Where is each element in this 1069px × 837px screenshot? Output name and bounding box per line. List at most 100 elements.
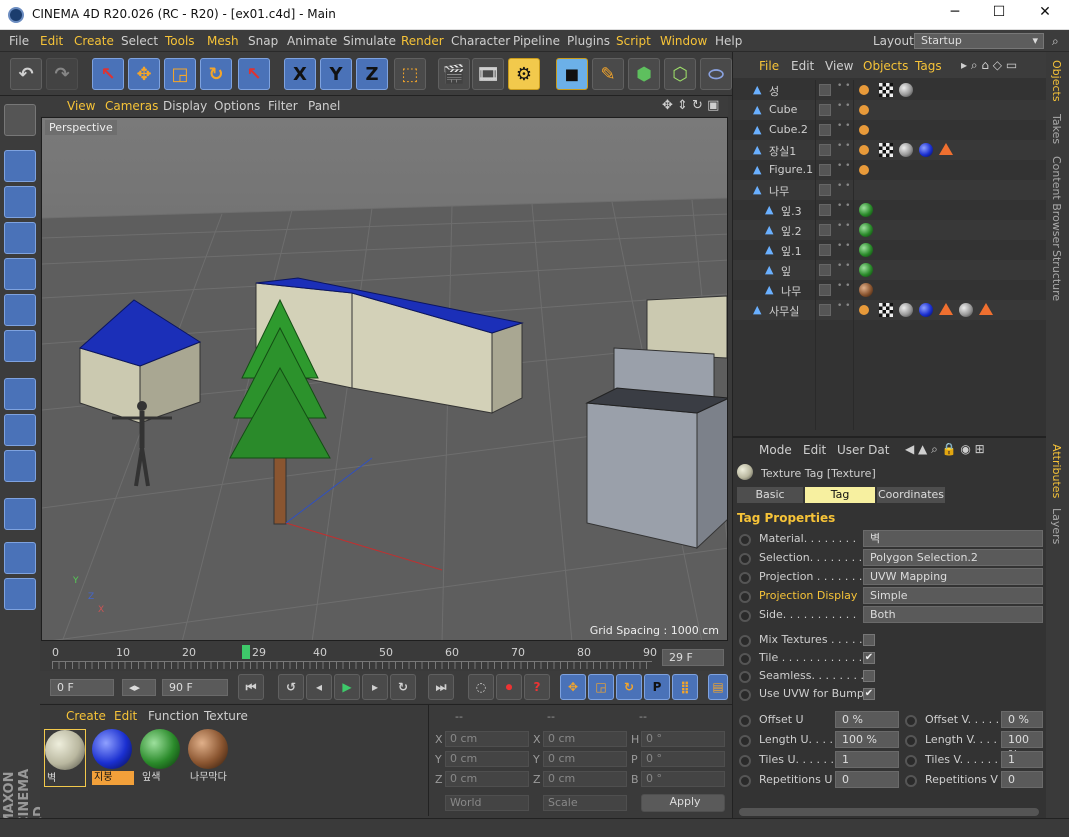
rotation-h-field[interactable]: 0 ° <box>641 731 725 747</box>
vp-menu-display[interactable]: Display <box>163 99 207 113</box>
layout-dropdown[interactable]: Startup ▾ <box>914 33 1044 49</box>
render-visibility-dots[interactable]: • • <box>837 202 850 211</box>
am-menu-mode[interactable]: Mode <box>759 443 792 457</box>
key-scale-button[interactable]: ◲ <box>588 674 614 700</box>
x-axis-lock-button[interactable]: X <box>284 58 316 90</box>
side-tab-content-browser[interactable]: Content Browser <box>1050 156 1063 248</box>
editor-visibility-toggle[interactable] <box>819 84 831 96</box>
side-dropdown[interactable]: Both <box>863 606 1043 623</box>
texture-tag-icon[interactable] <box>959 303 973 317</box>
editor-visibility-toggle[interactable] <box>819 304 831 316</box>
editor-visibility-toggle[interactable] <box>819 284 831 296</box>
selection-tag-icon[interactable] <box>939 143 953 155</box>
object-color-dot-icon[interactable] <box>859 305 869 315</box>
texture-tag-icon[interactable] <box>919 143 933 157</box>
tab-tag[interactable]: Tag <box>805 487 875 503</box>
editor-visibility-toggle[interactable] <box>819 124 831 136</box>
object-row[interactable]: ▲ 사무실 • • <box>733 300 1047 320</box>
go-to-end-button[interactable]: ⏭ <box>428 674 454 700</box>
selection-field[interactable]: Polygon Selection.2 <box>863 549 1043 566</box>
editor-visibility-toggle[interactable] <box>819 104 831 116</box>
object-row[interactable]: ▲ 나무 • • <box>733 280 1047 300</box>
animate-toggle[interactable] <box>905 775 917 787</box>
menu-snap[interactable]: Snap <box>248 34 278 48</box>
enable-axis-button[interactable] <box>4 378 36 410</box>
size-z-field[interactable]: 0 cm <box>543 771 627 787</box>
om-menu-tags[interactable]: Tags <box>915 59 942 73</box>
render-visibility-dots[interactable]: • • <box>837 262 850 271</box>
menu-animate[interactable]: Animate <box>287 34 337 48</box>
material-slot[interactable]: 나무막다 <box>188 729 230 787</box>
edges-mode-button[interactable] <box>4 294 36 326</box>
render-visibility-dots[interactable]: • • <box>837 302 850 311</box>
render-visibility-dots[interactable]: • • <box>837 82 850 91</box>
position-y-field[interactable]: 0 cm <box>445 751 529 767</box>
editor-visibility-toggle[interactable] <box>819 164 831 176</box>
menu-mesh[interactable]: Mesh <box>207 34 239 48</box>
subdivision-surface-button[interactable]: ⬢ <box>628 58 660 90</box>
scale-tool-button[interactable]: ◲ <box>164 58 196 90</box>
repetitions-v-field[interactable]: 0 <box>1001 771 1043 788</box>
texture-tag-icon[interactable] <box>899 143 913 157</box>
om-menu-edit[interactable]: Edit <box>791 59 814 73</box>
render-visibility-dots[interactable]: • • <box>837 222 850 231</box>
texture-tag-icon[interactable] <box>899 83 913 97</box>
phong-tag-icon[interactable] <box>879 83 893 97</box>
material-field[interactable]: 벽 <box>863 530 1043 547</box>
render-visibility-dots[interactable]: • • <box>837 182 850 191</box>
menu-plugins[interactable]: Plugins <box>567 34 610 48</box>
z-axis-lock-button[interactable]: Z <box>356 58 388 90</box>
render-view-button[interactable]: 🎬 <box>438 58 470 90</box>
object-row[interactable]: ▲ Cube • • <box>733 100 1047 120</box>
render-visibility-dots[interactable]: • • <box>837 162 850 171</box>
record-disabled-button[interactable]: ◌ <box>468 674 494 700</box>
lock-workplane-button[interactable] <box>4 542 36 574</box>
recent-tool-button[interactable]: ↖ <box>238 58 270 90</box>
phong-tag-icon[interactable] <box>879 143 893 157</box>
projection-dropdown[interactable]: UVW Mapping <box>863 568 1043 585</box>
workplane-mode-button[interactable] <box>4 222 36 254</box>
position-z-field[interactable]: 0 cm <box>445 771 529 787</box>
render-picture-viewer-button[interactable]: 🎞 <box>472 58 504 90</box>
editor-visibility-toggle[interactable] <box>819 244 831 256</box>
editor-visibility-toggle[interactable] <box>819 184 831 196</box>
mat-menu-function[interactable]: Function <box>148 709 199 723</box>
object-color-dot-icon[interactable] <box>859 125 869 135</box>
animate-toggle[interactable] <box>739 775 751 787</box>
animate-toggle[interactable] <box>739 534 751 546</box>
keyframe-help-button[interactable]: ? <box>524 674 550 700</box>
menu-select[interactable]: Select <box>121 34 158 48</box>
object-color-dot-icon[interactable] <box>859 105 869 115</box>
object-row[interactable]: ▲ 잎.1 • • <box>733 240 1047 260</box>
menu-create[interactable]: Create <box>74 34 114 48</box>
coord-scale-dropdown[interactable]: Scale <box>543 795 627 811</box>
animate-toggle[interactable] <box>739 610 751 622</box>
solo-button[interactable] <box>4 450 36 482</box>
am-menu-user-data[interactable]: User Dat <box>837 443 889 457</box>
menu-tools[interactable]: Tools <box>165 34 195 48</box>
object-color-dot-icon[interactable] <box>859 145 869 155</box>
texture-tag-icon[interactable] <box>859 283 873 297</box>
render-visibility-dots[interactable]: • • <box>837 242 850 251</box>
menu-window[interactable]: Window <box>660 34 707 48</box>
viewport-navigation-icons[interactable]: ✥ ⇕ ↻ ▣ <box>662 98 719 113</box>
tiles-v-field[interactable]: 1 <box>1001 751 1043 768</box>
side-tab-structure[interactable]: Structure <box>1050 250 1063 301</box>
animate-toggle[interactable] <box>739 671 751 683</box>
texture-tag-icon[interactable] <box>919 303 933 317</box>
length-v-field[interactable]: 100 % <box>1001 731 1043 761</box>
array-button[interactable]: ⬡ <box>664 58 696 90</box>
object-row[interactable]: ▲ 나무 • • <box>733 180 1047 200</box>
texture-tag-icon[interactable] <box>859 223 873 237</box>
animate-toggle[interactable] <box>739 689 751 701</box>
coord-mode-dropdown[interactable]: World <box>445 795 529 811</box>
editor-visibility-toggle[interactable] <box>819 264 831 276</box>
live-selection-button[interactable]: ↖ <box>92 58 124 90</box>
y-axis-lock-button[interactable]: Y <box>320 58 352 90</box>
mat-menu-texture[interactable]: Texture <box>204 709 248 723</box>
texture-tag-icon[interactable] <box>859 203 873 217</box>
material-slot[interactable]: 잎색 <box>140 729 182 787</box>
object-row[interactable]: ▲ 장실1 • • <box>733 140 1047 160</box>
menu-script[interactable]: Script <box>616 34 651 48</box>
animate-toggle[interactable] <box>905 735 917 747</box>
